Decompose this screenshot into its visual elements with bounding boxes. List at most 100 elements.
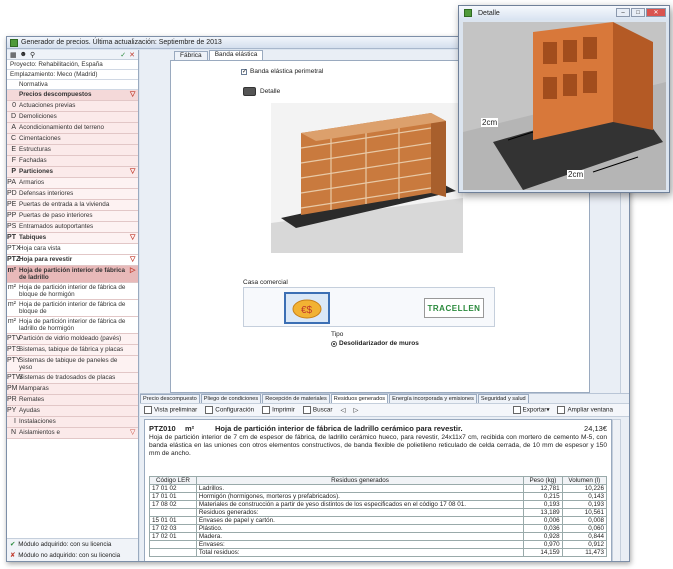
item-description: Hoja de partición interior de 7 cm de es… (149, 434, 607, 457)
check-icon[interactable]: ✓ (120, 51, 126, 59)
tree-item[interactable]: 0 Actuaciones previas (7, 101, 138, 112)
tree-item[interactable]: PTZ Hoja para revestir ▽ (7, 255, 138, 266)
table-cell: 17 02 03 (149, 524, 197, 533)
expand-arrow-icon[interactable]: ▷ (130, 267, 138, 275)
ampliar-ventana-button[interactable]: Ampliar ventana (557, 406, 613, 414)
tree-item[interactable]: m² Hoja de partición interior de fábrica … (7, 266, 138, 283)
table-cell: 0,215 (523, 492, 563, 501)
document-view: PTZ010 m² Hoja de partición interior de … (144, 419, 612, 561)
tree-item[interactable]: m² Hoja de partición interior de fábrica … (7, 300, 138, 317)
radio-selected-icon[interactable] (331, 340, 337, 347)
tree-item[interactable]: PM Mamparas (7, 384, 138, 395)
tracellen-brand-option[interactable]: TRACELLEN (424, 298, 484, 318)
bottom-tab[interactable]: Seguridad y salud (477, 394, 529, 403)
detalle-button[interactable]: Detalle (243, 87, 280, 96)
tree-item[interactable]: PTY Sistemas de tabique de paneles de yes… (7, 356, 138, 373)
tree-item[interactable]: PD Defensas interiores (7, 189, 138, 200)
close-button[interactable]: ✕ (646, 8, 666, 17)
imprimir-button[interactable]: Imprimir (262, 406, 295, 414)
tree-item-label: Fachadas (19, 157, 47, 164)
tree-item[interactable]: PR Remates (7, 395, 138, 406)
buscar-button[interactable]: Buscar (302, 406, 332, 414)
bottom-tab[interactable]: Precio descompuesto (140, 394, 200, 403)
detail-window: Detalle – □ ✕ 2cm 2cm (458, 5, 670, 193)
checkbox-checked-icon[interactable]: ✓ (241, 68, 247, 75)
tree-item[interactable]: I Instalaciones (7, 417, 138, 428)
expand-arrow-icon[interactable]: ▽ (130, 256, 138, 264)
tree-item[interactable]: N Aislamientos e ▽ (7, 428, 138, 439)
tree-item-label: Acondicionamiento del terreno (19, 124, 105, 131)
tree-item[interactable]: PP Puertas de paso interiores (7, 211, 138, 222)
tree-item-label: Puertas de paso interiores (19, 212, 93, 219)
tree-item-code: m² (7, 318, 16, 325)
next-icon[interactable]: ▷ (353, 407, 358, 414)
user-icon[interactable]: ☻ (20, 51, 27, 58)
coins-icon: €$ (292, 299, 322, 319)
document-scrollbar[interactable] (612, 419, 621, 561)
tab-fabrica[interactable]: Fábrica (174, 51, 208, 60)
table-cell: Plástico. (195, 524, 525, 533)
bottom-tab[interactable]: Residuos generados (330, 394, 389, 403)
table-cell: 0,844 (561, 532, 608, 541)
tree-item-code: m² (7, 301, 16, 308)
tree-item-label: Demoliciones (19, 113, 57, 120)
tree-item[interactable]: PT Tabiques ▽ (7, 233, 138, 244)
cross-icon: ✘ (10, 552, 16, 559)
tab-banda-elastica[interactable]: Banda elástica (208, 50, 264, 60)
tree-item[interactable]: m² Hoja de partición interior de fábrica … (7, 283, 138, 300)
tree-item[interactable]: PE Puertas de entrada a la vivienda (7, 200, 138, 211)
close-icon[interactable]: ✕ (129, 51, 135, 59)
tree-item-label: Sistemas de tradosados de placas (19, 374, 116, 381)
tree-item[interactable]: PTS Sistemas, tabique de fábrica y placas (7, 345, 138, 356)
configuracion-button[interactable]: Configuración (205, 406, 254, 414)
tree-item[interactable]: m² Hoja de partición interior de fábrica … (7, 317, 138, 334)
tree-item[interactable]: PTV Partición de vidrio moldeado (pavés) (7, 334, 138, 345)
tree-item[interactable]: Normativa (7, 80, 138, 90)
tree-item[interactable]: PTW Sistemas de tradosados de placas (7, 373, 138, 384)
tree-item-label: Cimentaciones (19, 135, 61, 142)
bottom-tab[interactable]: Energía incorporada y emisiones (389, 394, 477, 403)
expand-arrow-icon[interactable]: ▽ (130, 429, 138, 437)
tree-item-code: PT (7, 234, 16, 241)
minimize-button[interactable]: – (616, 8, 630, 17)
tree-item[interactable]: E Estructuras (7, 145, 138, 156)
tree-item-code: C (10, 135, 16, 142)
tree-item[interactable]: D Demoliciones (7, 112, 138, 123)
left-tree-panel: ▦ ☻ ⚲ ✓ ✕ Proyecto: Rehabilitación, Espa… (7, 50, 139, 561)
desolidarizador-radio[interactable]: Desolidarizador de muros (331, 340, 419, 347)
table-cell: 17 02 01 (149, 532, 197, 541)
expand-arrow-icon[interactable]: ▽ (130, 91, 138, 99)
tree-item[interactable]: C Cimentaciones (7, 134, 138, 145)
tree-item[interactable]: P Particiones ▽ (7, 167, 138, 178)
tree-item[interactable]: F Fachadas (7, 156, 138, 167)
tree-item-code: PY (7, 407, 17, 414)
expand-arrow-icon[interactable]: ▽ (130, 234, 138, 242)
exportar-button[interactable]: Exportar▾ (512, 406, 549, 414)
tree-item-code: PD (7, 190, 17, 197)
generic-brand-option[interactable]: €$ (284, 292, 330, 324)
tree-item[interactable]: A Acondicionamiento del terreno (7, 123, 138, 134)
dimension-label-left: 2cm (481, 118, 499, 127)
tree-item[interactable]: PTX Hoja cara vista (7, 244, 138, 255)
tree-item[interactable]: PY Ayudas (7, 406, 138, 417)
table-cell: 12,781 (523, 484, 563, 493)
detail-image: 2cm 2cm (463, 22, 666, 190)
expand-arrow-icon[interactable]: ▽ (130, 168, 138, 176)
tree-item-code: PM (7, 385, 18, 392)
item-header: PTZ010 m² Hoja de partición interior de … (145, 420, 611, 434)
tree-item-label: Normativa (19, 81, 48, 88)
prev-icon[interactable]: ◁ (340, 407, 345, 414)
tree-item[interactable]: Precios descompuestos ▽ (7, 90, 138, 101)
tree-item[interactable]: PA Armarios (7, 178, 138, 189)
bottom-tab[interactable]: Pliego de condiciones (200, 394, 262, 403)
table-cell: 0,193 (523, 500, 563, 509)
tree-item[interactable]: PS Entramados autoportantes (7, 222, 138, 233)
binoculars-icon[interactable]: ⚲ (30, 51, 35, 59)
tree-item-code: PR (7, 396, 17, 403)
bottom-tab[interactable]: Recepción de materiales (262, 394, 330, 403)
tree-icon[interactable]: ▦ (10, 51, 17, 59)
maximize-button[interactable]: □ (631, 8, 645, 17)
vista-preliminar-button[interactable]: Vista preliminar (144, 406, 197, 414)
banda-checkbox[interactable]: ✓ Banda elástica perimetral (241, 68, 323, 75)
tree-item-code: PP (7, 212, 17, 219)
